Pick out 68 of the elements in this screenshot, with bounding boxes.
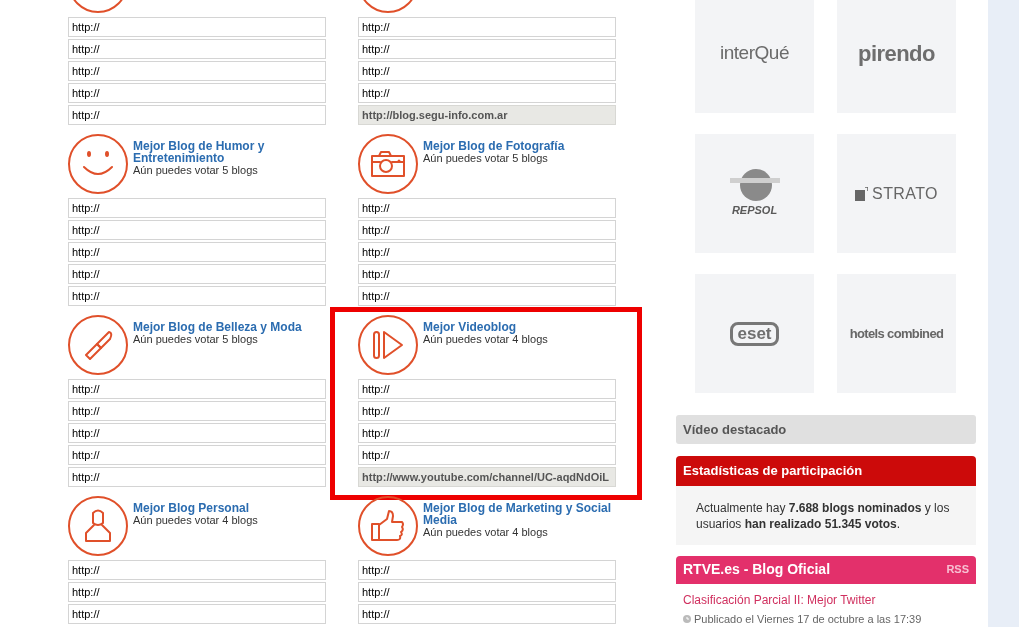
featured-video-header: Vídeo destacado <box>676 415 976 444</box>
url-field[interactable]: http:// <box>68 286 326 306</box>
votes-remaining: Aún puedes votar 5 blogs <box>133 333 259 346</box>
square-icon <box>855 186 869 201</box>
clock-icon <box>683 614 691 623</box>
url-field[interactable]: http:// <box>358 220 616 240</box>
category-title[interactable]: Mejor Blog de Fotografía <box>423 140 565 152</box>
votes-remaining: Aún puedes votar 5 blogs <box>423 152 548 165</box>
url-field[interactable]: http:// <box>68 467 326 487</box>
url-field[interactable]: http:// <box>358 560 616 580</box>
url-field[interactable]: http:// <box>68 604 326 624</box>
url-field[interactable]: http:// <box>358 242 616 262</box>
url-field[interactable]: http:// <box>358 582 616 602</box>
url-field[interactable]: http:// <box>68 242 326 262</box>
post-title-link[interactable]: Clasificación Parcial II: Mejor Twitter <box>676 590 976 609</box>
url-field[interactable]: http:// <box>358 83 616 103</box>
sponsor-link[interactable]: interQué <box>695 0 814 113</box>
url-field[interactable]: http:// <box>68 198 326 218</box>
votes-remaining: Aún puedes votar 4 blogs <box>133 514 258 527</box>
url-field[interactable]: http:// <box>358 286 616 306</box>
url-field[interactable]: http:// <box>68 105 326 125</box>
url-field[interactable]: http:// <box>68 17 326 37</box>
url-field[interactable]: http:// <box>358 401 616 421</box>
url-field[interactable]: http:// <box>68 39 326 59</box>
sponsor-link[interactable]: STRATO <box>837 134 956 253</box>
camera-icon <box>371 151 405 177</box>
thumbs-up-icon <box>371 510 405 542</box>
category-title[interactable]: Mejor Blog de Belleza y Moda <box>133 321 302 333</box>
url-field[interactable]: http:// <box>358 264 616 284</box>
category-title[interactable]: Mejor Videoblog <box>423 321 548 333</box>
play-icon <box>372 330 404 360</box>
blog-header-title: RTVE.es - Blog Oficial <box>683 560 831 580</box>
url-field[interactable]: http:// <box>358 39 616 59</box>
url-field[interactable]: http:// <box>68 560 326 580</box>
stats-text: Actualmente hay 7.688 blogs nominados y los usuarios han realizado 51.345 votos. <box>676 486 976 545</box>
category-title[interactable]: Mejor Blog de Humor y Entretenimiento <box>133 140 326 164</box>
sponsor-link[interactable]: REPSOL <box>695 134 814 253</box>
url-field[interactable]: http://www.youtube.com/channel/UC-aqdNdOiL <box>358 467 616 487</box>
stats-header: Estadísticas de participación <box>676 456 976 486</box>
globe-icon <box>729 168 780 203</box>
sponsor-link[interactable]: eset <box>695 274 814 393</box>
url-field[interactable]: http:// <box>358 445 616 465</box>
url-field[interactable]: http:// <box>68 423 326 443</box>
category-title[interactable]: Mejor Blog de Marketing y Social Media <box>423 502 616 526</box>
url-field[interactable]: http:// <box>68 83 326 103</box>
url-field[interactable]: http:// <box>358 17 616 37</box>
url-field[interactable]: http:// <box>68 220 326 240</box>
url-field[interactable]: http:// <box>68 379 326 399</box>
votes-remaining: Aún puedes votar 5 blogs <box>133 164 259 177</box>
person-icon <box>83 509 113 543</box>
sponsor-link[interactable]: pirendo <box>837 0 956 113</box>
votes-remaining: Aún puedes votar 4 blogs <box>423 526 549 539</box>
sponsor-link[interactable]: hotels combined <box>837 274 956 393</box>
url-field[interactable]: http:// <box>358 423 616 443</box>
url-field[interactable]: http:// <box>68 264 326 284</box>
votes-remaining: Aún puedes votar 4 blogs <box>423 333 548 346</box>
url-field[interactable]: http:// <box>358 604 616 624</box>
url-field[interactable]: http:// <box>358 198 616 218</box>
lipstick-icon <box>83 330 113 360</box>
url-field[interactable]: http:// <box>68 582 326 602</box>
url-field[interactable]: http:// <box>68 401 326 421</box>
url-field[interactable]: http:// <box>358 61 616 81</box>
post-date: Publicado el Viernes 17 de octubre a las 17:39 <box>694 611 922 627</box>
url-field[interactable]: http:// <box>358 379 616 399</box>
url-field[interactable]: http:// <box>68 61 326 81</box>
url-field[interactable]: http://blog.segu-info.com.ar <box>358 105 616 125</box>
url-field[interactable]: http:// <box>68 445 326 465</box>
category-title[interactable]: Mejor Blog Personal <box>133 502 258 514</box>
